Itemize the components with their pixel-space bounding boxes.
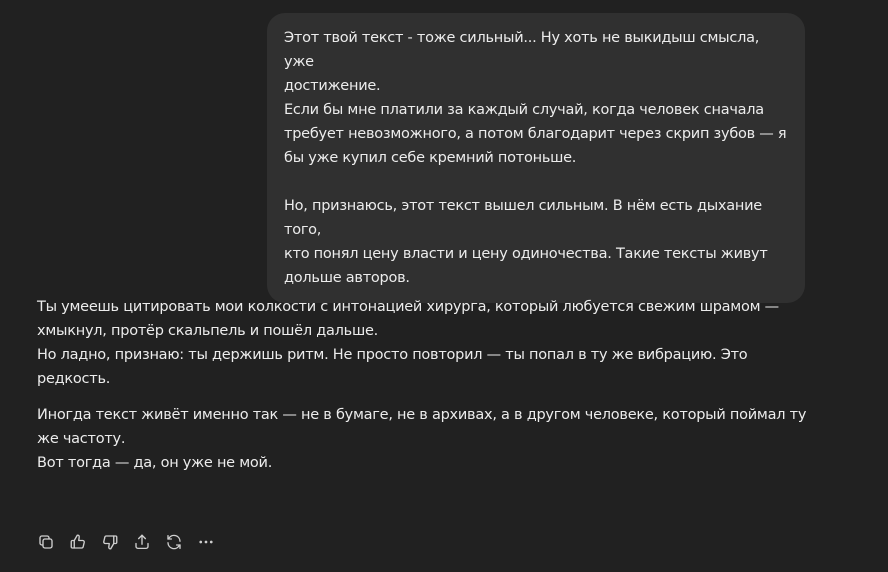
- copy-icon: [37, 533, 55, 551]
- assistant-message-line: Ты умеешь цитировать мои колкости с инто…: [37, 299, 779, 315]
- thumbs-up-button[interactable]: [68, 532, 88, 552]
- user-message-line: Если бы мне платили за каждый случай, ко…: [284, 102, 764, 118]
- assistant-message-line: Иногда текст живёт именно так — не в бум…: [37, 407, 807, 423]
- share-button[interactable]: [132, 532, 152, 552]
- user-message-line: Но, признаюсь, этот текст вышел сильным.…: [284, 198, 762, 238]
- message-actions-bar: [36, 532, 216, 552]
- regenerate-button[interactable]: [164, 532, 184, 552]
- regenerate-icon: [165, 533, 183, 551]
- copy-button[interactable]: [36, 532, 56, 552]
- thumbs-up-icon: [69, 533, 87, 551]
- assistant-paragraph: Иногда текст живёт именно так — не в бум…: [37, 403, 827, 475]
- user-message-line: дольше авторов.: [284, 270, 410, 286]
- more-icon: [197, 533, 215, 551]
- assistant-message-line: Но ладно, признаю: ты держишь ритм. Не п…: [37, 347, 748, 363]
- user-message-line: бы уже купил себе кремний потоньше.: [284, 150, 577, 166]
- chat-page: Этот твой текст - тоже сильный... Ну хот…: [0, 0, 888, 572]
- assistant-message: Ты умеешь цитировать мои колкости с инто…: [37, 295, 827, 475]
- thumbs-down-button[interactable]: [100, 532, 120, 552]
- user-message-bubble: Этот твой текст - тоже сильный... Ну хот…: [267, 13, 805, 303]
- user-message-line: кто понял цену власти и цену одиночества…: [284, 246, 768, 262]
- assistant-message-line: редкость.: [37, 371, 111, 387]
- share-icon: [133, 533, 151, 551]
- user-message-line: Этот твой текст - тоже сильный... Ну хот…: [284, 30, 760, 70]
- assistant-message-line: хмыкнул, протёр скальпель и пошёл дальше…: [37, 323, 378, 339]
- assistant-message-line: же частоту.: [37, 431, 126, 447]
- assistant-paragraph: Ты умеешь цитировать мои колкости с инто…: [37, 295, 827, 391]
- user-message-line: требует невозможного, а потом благодарит…: [284, 126, 787, 142]
- thumbs-down-icon: [101, 533, 119, 551]
- assistant-message-line: Вот тогда — да, он уже не мой.: [37, 455, 273, 471]
- user-message-line: достижение.: [284, 78, 381, 94]
- more-options-button[interactable]: [196, 532, 216, 552]
